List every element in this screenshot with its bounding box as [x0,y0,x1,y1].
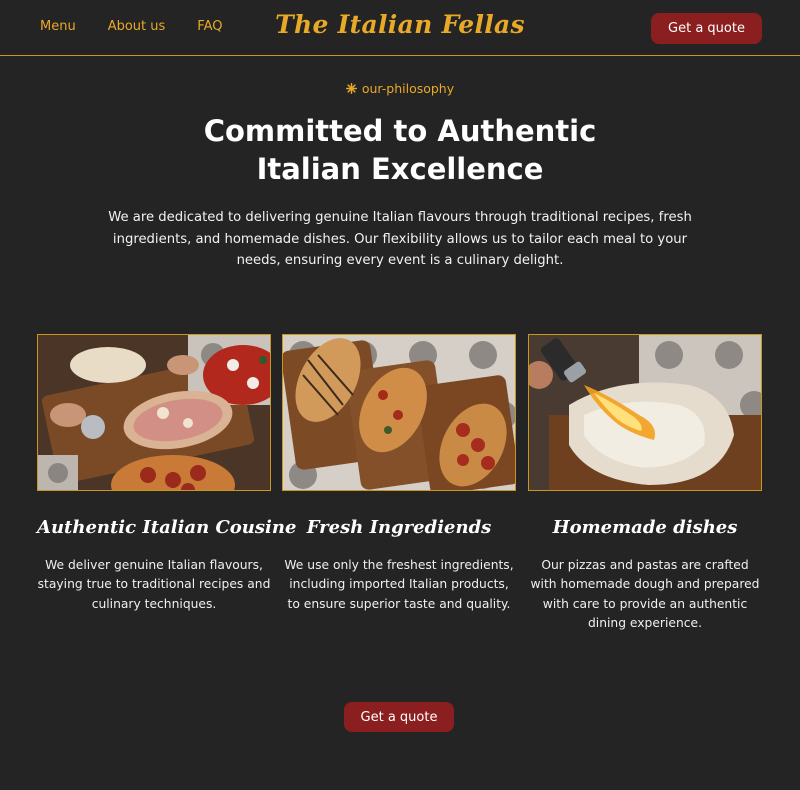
card-text-fresh: We use only the freshest ingredients, in… [284,558,514,611]
page-title: Committed to Authentic Italian Excellenc… [203,114,597,186]
feature-card-fresh: Fresh Ingrediends We use only the freshe… [282,334,516,614]
torch-flame-photo [528,334,762,491]
pizza-slicing-photo [37,334,271,491]
header-get-quote-button[interactable]: Get a quote [651,13,762,44]
bottom-get-quote-button[interactable]: Get a quote [344,702,454,732]
card-text-authentic: We deliver genuine Italian flavours, sta… [37,558,271,611]
pizzas-on-boards-photo [282,334,516,491]
main-nav: Menu About us FAQ [40,19,222,34]
sparkle-icon [345,83,357,94]
section-eyebrow: our-philosophy [0,81,800,96]
card-text-homemade: Our pizzas and pastas are crafted with h… [530,558,760,630]
eyebrow-label: our-philosophy [361,81,455,96]
nav-menu-link[interactable]: Menu [40,19,76,34]
intro-description: We are dedicated to delivering genuine I… [108,210,692,268]
nav-faq-link[interactable]: FAQ [197,19,222,34]
site-header: Menu About us FAQ The Italian Fellas Get… [0,0,800,56]
feature-card-homemade: Homemade dishes Our pizzas and pastas ar… [528,334,762,633]
card-title-homemade: Homemade dishes [552,517,738,538]
card-title-fresh: Fresh Ingrediends [306,517,492,538]
feature-card-authentic: Authentic Italian Cousine We deliver gen… [37,334,297,614]
card-title-authentic: Authentic Italian Cousine [37,517,297,538]
nav-about-link[interactable]: About us [108,19,166,34]
